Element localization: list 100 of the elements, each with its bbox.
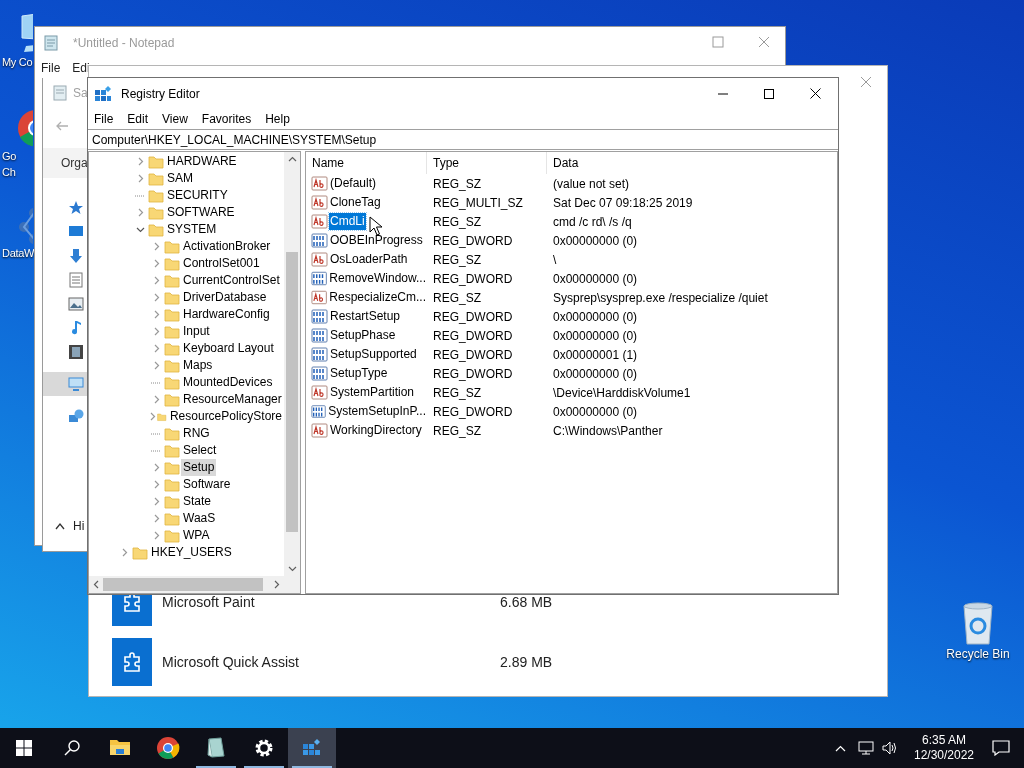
value-name[interactable]: (Default) (329, 175, 377, 192)
tree-item[interactable]: SOFTWARE (165, 204, 237, 221)
value-name[interactable]: OOBEInProgress (329, 232, 424, 249)
value-name[interactable]: WorkingDirectory (329, 422, 423, 439)
value-data: 0x00000001 (1) (552, 346, 639, 364)
value-type: REG_DWORD (432, 365, 514, 383)
chevron-up-icon[interactable] (55, 522, 65, 530)
tree-item[interactable]: Maps (181, 357, 215, 374)
tree-item[interactable]: ResourceManager (181, 391, 284, 408)
hide-folders-button[interactable]: Hi (73, 517, 85, 535)
clock-time: 6:35 AM (922, 733, 966, 748)
tree-item[interactable]: DriverDatabase (181, 289, 269, 306)
desktop-icon-label[interactable]: Go (2, 148, 17, 164)
pictures-icon (68, 296, 84, 312)
clock[interactable]: 6:35 AM 12/30/2022 (910, 733, 978, 763)
tree-item[interactable]: Select (181, 442, 219, 459)
document-icon (68, 272, 84, 288)
tree-item[interactable]: Input (181, 323, 212, 340)
tree-item[interactable]: HKEY_USERS (149, 544, 234, 561)
window-title: Registry Editor (121, 85, 200, 103)
maximize-icon[interactable] (764, 88, 774, 99)
value-name[interactable]: SetupType (329, 365, 389, 382)
chevron-down-icon[interactable] (287, 566, 297, 572)
tree-item[interactable]: Software (181, 476, 233, 493)
value-name[interactable]: RemoveWindow... (328, 270, 427, 287)
speaker-icon[interactable] (882, 741, 898, 755)
tree-item[interactable]: HardwareConfig (181, 306, 272, 323)
value-type: REG_SZ (432, 213, 482, 231)
column-header[interactable]: Name (306, 152, 427, 174)
speech-bubble-icon (992, 740, 1010, 756)
value-type: REG_DWORD (432, 308, 514, 326)
chevron-down-icon[interactable] (135, 225, 145, 234)
string-value-icon (311, 194, 328, 211)
value-name[interactable]: SystemSetupInP... (327, 403, 427, 420)
tree-item[interactable]: HARDWARE (165, 153, 239, 170)
binary-value-icon (311, 308, 328, 325)
value-name[interactable]: CmdLi (329, 213, 366, 230)
column-header[interactable]: Type (427, 152, 547, 174)
tree-item[interactable]: MountedDevices (181, 374, 275, 391)
tree-item[interactable]: SECURITY (165, 187, 230, 204)
chevron-left-icon[interactable] (93, 580, 99, 589)
menu-item[interactable]: Edit (127, 110, 149, 128)
tree-item[interactable]: WPA (181, 527, 212, 544)
string-value-icon (311, 384, 328, 401)
tree-item[interactable]: State (181, 493, 214, 510)
folder-icon (164, 477, 180, 492)
chevron-right-icon[interactable] (274, 580, 280, 589)
tree-item[interactable]: WaaS (181, 510, 218, 527)
menu-item[interactable]: Help (265, 110, 290, 128)
column-header[interactable]: Data (547, 152, 837, 174)
value-data: C:\Windows\Panther (552, 422, 664, 440)
desktop-icon-label[interactable]: DataW (2, 245, 35, 261)
binary-value-icon (311, 403, 327, 420)
network-icon[interactable] (858, 741, 874, 755)
scrollbar[interactable] (284, 152, 300, 576)
tree-item[interactable]: Keyboard Layout (181, 340, 276, 357)
folder-icon (164, 324, 180, 339)
tree-item[interactable]: CurrentControlSet (181, 272, 282, 289)
window-title: *Untitled - Notepad (73, 35, 175, 52)
string-value-icon (311, 213, 328, 230)
tree-item[interactable]: RNG (181, 425, 212, 442)
menu-item[interactable]: Favorites (201, 110, 252, 128)
address-path: Computer\HKEY_LOCAL_MACHINE\SYSTEM\Setup (92, 131, 377, 149)
scrollbar-thumb[interactable] (103, 578, 263, 591)
film-icon (68, 344, 84, 360)
value-name[interactable]: SystemPartition (329, 384, 416, 401)
value-name[interactable]: SetupPhase (329, 327, 397, 344)
folder-icon (164, 239, 180, 254)
tree-item[interactable]: ControlSet001 (181, 255, 262, 272)
value-name[interactable]: CloneTag (329, 194, 382, 211)
app-size: 6.68 MB (500, 592, 553, 612)
scrollbar[interactable] (89, 576, 284, 593)
tree-item[interactable]: ActivationBroker (181, 238, 273, 255)
tree-item[interactable]: SAM (165, 170, 195, 187)
menu-item[interactable]: File (41, 59, 61, 77)
menu-item[interactable]: View (162, 110, 188, 128)
desktop-icon-label[interactable]: Ch (2, 164, 16, 180)
desktop-icon-label[interactable]: Recycle Bin (946, 646, 1010, 662)
folder-icon (164, 494, 180, 509)
tree-item[interactable]: SYSTEM (165, 221, 219, 238)
binary-value-icon (311, 232, 328, 249)
value-name[interactable]: OsLoaderPath (329, 251, 409, 268)
tree-item[interactable]: ResourcePolicyStore (167, 408, 284, 425)
chevron-right-icon[interactable] (148, 412, 158, 421)
value-name[interactable]: RestartSetup (329, 308, 402, 325)
address-bar[interactable]: Computer\HKEY_LOCAL_MACHINE\SYSTEM\Setup (88, 129, 838, 150)
value-type: REG_DWORD (432, 270, 514, 288)
folder-icon (164, 392, 180, 407)
close-icon[interactable] (809, 88, 821, 99)
value-name[interactable]: RespecializeCm... (328, 289, 427, 306)
menu-item[interactable]: File (94, 110, 114, 128)
value-type: REG_MULTI_SZ (432, 194, 524, 212)
folder-icon (164, 307, 180, 322)
folder-icon (148, 171, 164, 186)
puzzle-piece-icon (121, 651, 143, 673)
star-icon (68, 200, 84, 216)
desktop-icon-label[interactable]: My Co (2, 54, 33, 70)
tree-item[interactable]: Setup (181, 459, 217, 476)
scrollbar-thumb[interactable] (286, 252, 298, 532)
value-name[interactable]: SetupSupported (329, 346, 418, 363)
